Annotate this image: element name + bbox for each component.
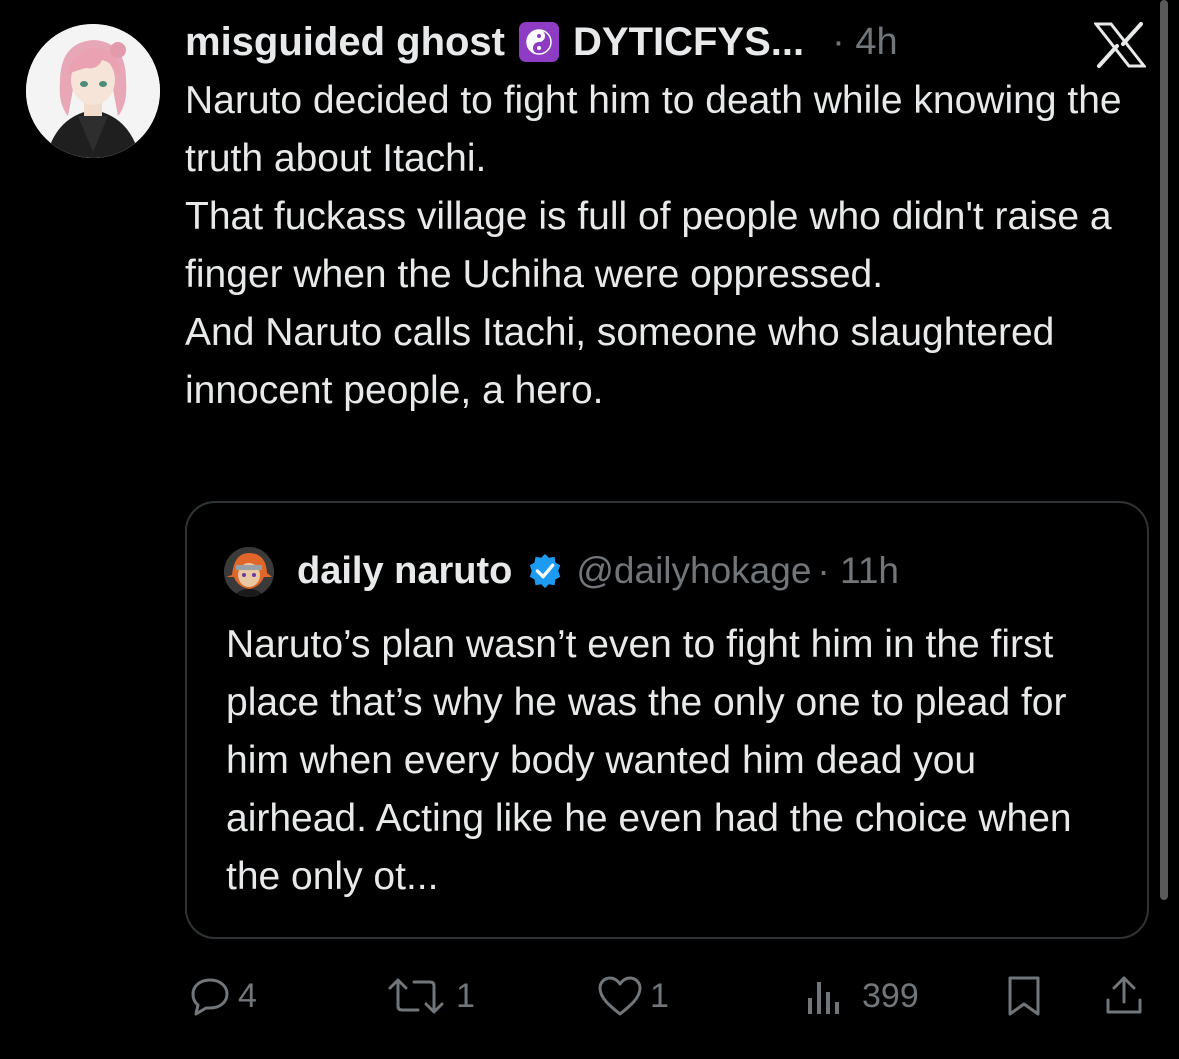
author-avatar[interactable] xyxy=(26,24,160,158)
author-display-name[interactable]: misguided ghost xyxy=(185,20,505,65)
heart-icon xyxy=(598,976,642,1016)
reply-button[interactable]: 4 xyxy=(188,966,257,1026)
tweet-line: That fuckass village is full of people w… xyxy=(185,195,1112,296)
reply-icon xyxy=(191,978,229,1016)
x-logo-icon[interactable] xyxy=(1092,22,1148,68)
reply-count: 4 xyxy=(238,976,257,1015)
quoted-tweet-header: daily naruto @dailyhokage · 11h xyxy=(297,543,899,599)
repost-icon xyxy=(388,978,444,1014)
views-count: 399 xyxy=(862,976,919,1015)
like-button[interactable]: 1 xyxy=(596,966,669,1026)
views-chart-icon xyxy=(808,982,839,1014)
repost-button[interactable]: 1 xyxy=(384,966,475,1026)
tweet-body: Naruto decided to fight him to death whi… xyxy=(185,72,1160,420)
views-button[interactable]: 399 xyxy=(804,966,919,1026)
quoted-tweet-body: Naruto’s plan wasn’t even to fight him i… xyxy=(226,623,1072,898)
tweet-timestamp[interactable]: · 4h xyxy=(832,21,897,64)
repost-count: 1 xyxy=(456,976,475,1015)
quoted-tweet-timestamp[interactable]: · 11h xyxy=(817,550,899,592)
quoted-tweet-card[interactable]: daily naruto @dailyhokage · 11h Naruto’s… xyxy=(185,501,1149,939)
quoted-author-name[interactable]: daily naruto xyxy=(297,550,512,593)
quoted-author-avatar[interactable] xyxy=(224,547,274,597)
quoted-author-handle[interactable]: @dailyhokage xyxy=(576,550,811,592)
yin-yang-icon xyxy=(519,22,559,62)
like-count: 1 xyxy=(650,976,669,1015)
tweet-line: And Naruto calls Itachi, someone who sla… xyxy=(185,311,1055,412)
bookmark-button[interactable] xyxy=(1004,966,1044,1026)
share-icon xyxy=(1106,976,1142,1014)
verified-badge-icon xyxy=(530,553,561,589)
tweet-header: misguided ghost DYTICFYS... · 4h xyxy=(185,14,898,70)
bookmark-icon xyxy=(1008,976,1040,1016)
tweet-line: Naruto decided to fight him to death whi… xyxy=(185,79,1122,180)
scrollbar[interactable] xyxy=(1160,0,1168,900)
share-button[interactable] xyxy=(1102,966,1146,1026)
action-bar: 4 1 1 399 xyxy=(0,966,1179,1026)
author-handle[interactable]: DYTICFYS... xyxy=(573,20,804,65)
